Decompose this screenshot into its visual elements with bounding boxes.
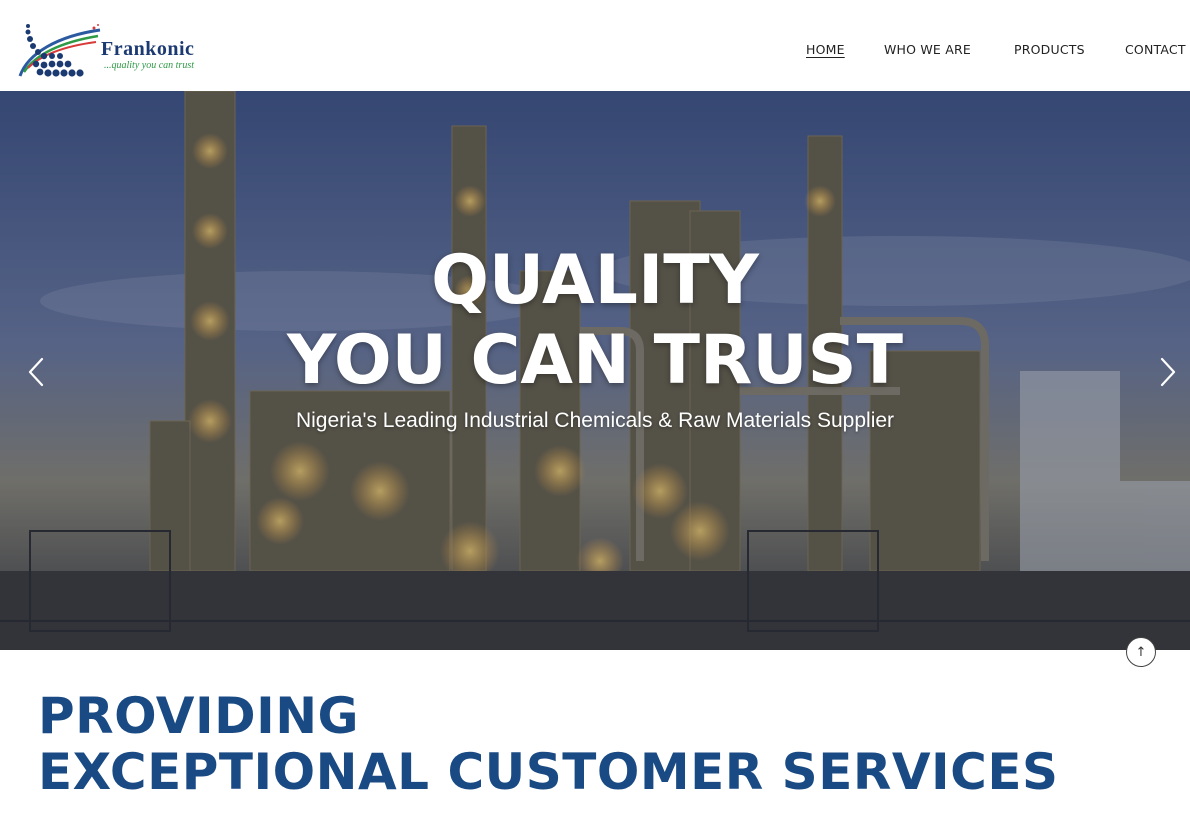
scroll-to-top-button[interactable]: ↑ xyxy=(1126,637,1156,667)
hero-subtitle: Nigeria's Leading Industrial Chemicals &… xyxy=(295,409,895,432)
main-nav: HOME WHO WE ARE PRODUCTS CONTACT xyxy=(0,42,1190,60)
section-heading: PROVIDING EXCEPTIONAL CUSTOMER SERVICES xyxy=(38,688,1158,800)
section-heading-line-2: EXCEPTIONAL CUSTOMER SERVICES xyxy=(38,743,1059,801)
chevron-left-icon xyxy=(28,357,44,387)
brand-tagline: ...quality you can trust xyxy=(104,60,194,71)
hero-slider: QUALITY YOU CAN TRUST Nigeria's Leading … xyxy=(0,91,1190,650)
hero-title-line-1: QUALITY xyxy=(431,241,759,320)
nav-item-contact[interactable]: CONTACT xyxy=(1125,42,1186,57)
arrow-up-icon: ↑ xyxy=(1135,644,1147,660)
hero-title: QUALITY YOU CAN TRUST xyxy=(0,241,1190,401)
slider-prev-button[interactable] xyxy=(22,355,52,389)
chevron-right-icon xyxy=(1160,357,1176,387)
site-header: Frankonic ...quality you can trust HOME … xyxy=(0,0,1190,91)
section-heading-line-1: PROVIDING xyxy=(38,687,360,745)
nav-item-who-we-are[interactable]: WHO WE ARE xyxy=(884,42,971,57)
nav-item-home[interactable]: HOME xyxy=(806,42,845,57)
nav-item-products[interactable]: PRODUCTS xyxy=(1014,42,1085,57)
slider-next-button[interactable] xyxy=(1152,355,1182,389)
hero-title-line-2: YOU CAN TRUST xyxy=(287,321,903,400)
